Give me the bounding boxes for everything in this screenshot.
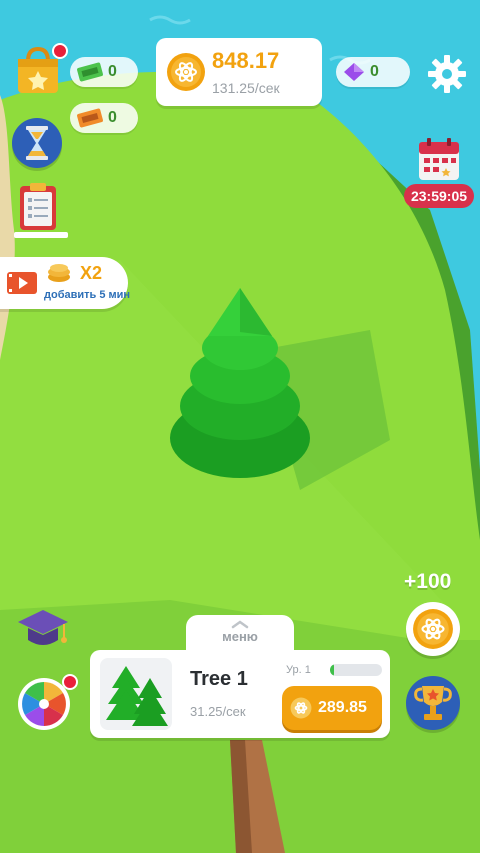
notification-dot xyxy=(52,43,68,59)
menu-tab-label: меню xyxy=(222,629,258,644)
tree-title: Tree 1 xyxy=(190,668,248,690)
pine-tree-big[interactable] xyxy=(160,288,320,488)
level-progress-bar xyxy=(330,664,382,676)
ticket-green-value: 0 xyxy=(108,63,117,80)
graduation-cap-icon[interactable] xyxy=(14,604,72,654)
gear-icon[interactable] xyxy=(427,54,467,94)
tree-card[interactable]: Tree 1 31.25/сек Ур. 1 289.85 xyxy=(90,650,390,738)
calendar-icon xyxy=(419,138,459,180)
level-label: Ур. 1 xyxy=(286,664,311,676)
level-progress-fill xyxy=(330,664,335,676)
video-icon xyxy=(7,272,37,294)
tree-rate: 31.25/сек xyxy=(190,704,246,719)
boost-button[interactable]: X2 добавить 5 мин xyxy=(0,257,131,309)
trophy-icon xyxy=(414,686,452,720)
event-calendar-button[interactable]: 23:59:05 xyxy=(404,136,474,212)
collect-coins-button[interactable] xyxy=(406,602,460,656)
boost-multiplier: X2 xyxy=(80,263,103,283)
upgrade-price: 289.85 xyxy=(318,699,367,716)
ticket-orange-value: 0 xyxy=(108,109,117,126)
gem-icon xyxy=(344,63,364,81)
coin-atom-icon xyxy=(290,697,312,719)
coins-panel: 848.17 131.25/сек xyxy=(156,38,322,106)
hourglass-button[interactable] xyxy=(12,118,62,168)
leaderboard-button[interactable] xyxy=(406,676,460,730)
coin-stack-icon xyxy=(48,264,70,282)
tasks-button[interactable] xyxy=(14,182,68,238)
clipboard-icon xyxy=(20,183,56,230)
coins-rate: 131.25/сек xyxy=(212,80,280,96)
gems-value: 0 xyxy=(370,63,379,80)
hourglass-icon xyxy=(26,126,48,160)
gems-counter[interactable]: 0 xyxy=(336,57,410,87)
shop-button[interactable] xyxy=(14,43,68,95)
spin-wheel-button[interactable] xyxy=(16,674,78,732)
upgrade-button[interactable]: 289.85 xyxy=(282,686,382,730)
coin-atom-icon xyxy=(167,53,205,91)
chevron-up-icon xyxy=(231,620,249,629)
tasks-progress-bar xyxy=(14,232,68,238)
event-timer: 23:59:05 xyxy=(404,184,474,208)
notification-dot xyxy=(62,674,78,690)
ticket-orange-counter[interactable]: 0 xyxy=(70,103,138,133)
coins-value: 848.17 xyxy=(212,48,280,73)
ticket-green-icon xyxy=(77,62,103,82)
ticket-orange-icon xyxy=(77,108,103,128)
coin-atom-icon xyxy=(413,609,453,649)
reward-plus-label: +100 xyxy=(404,570,452,593)
tree-thumbnail xyxy=(100,658,172,730)
boost-label: добавить 5 мин xyxy=(44,289,131,301)
tree-icon xyxy=(106,666,168,726)
ticket-green-counter[interactable]: 0 xyxy=(70,57,138,87)
